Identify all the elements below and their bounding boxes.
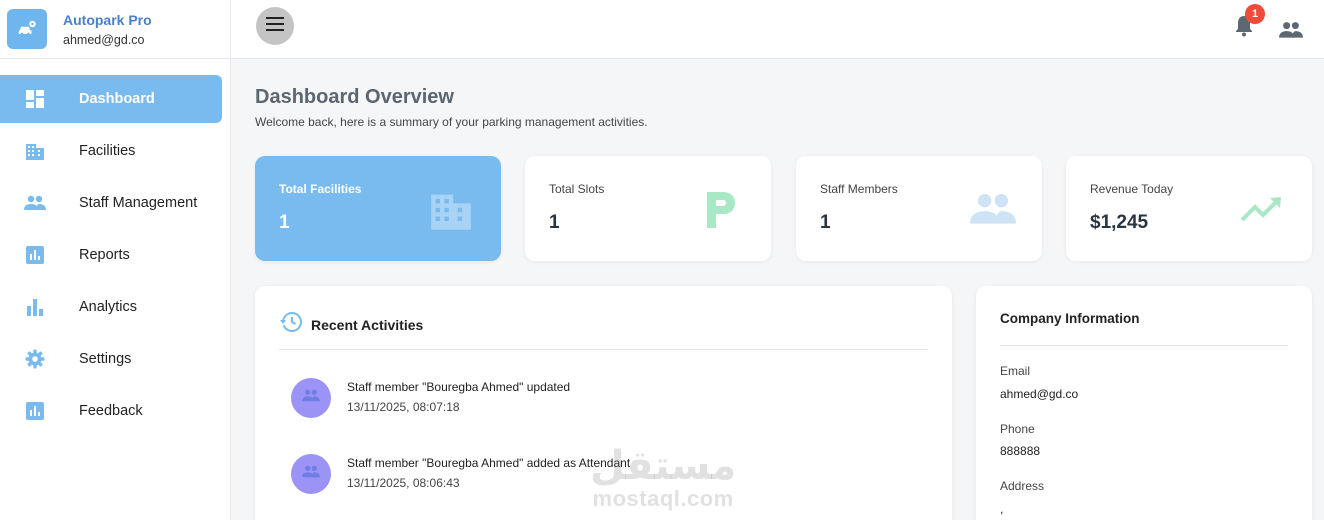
stat-value: 1 — [820, 212, 831, 233]
activity-timestamp: 13/11/2025, 08:07:18 — [347, 400, 460, 414]
page-subtitle: Welcome back, here is a summary of your … — [255, 115, 648, 129]
people-icon[interactable] — [1279, 14, 1303, 38]
sidebar-item-label: Settings — [79, 351, 132, 367]
activity-message: Staff member "Bouregba Ahmed" added as A… — [347, 456, 631, 470]
email-label: Email — [1000, 364, 1031, 378]
sidebar-item-analytics[interactable]: Analytics — [0, 283, 222, 331]
activity-message: Staff member "Bouregba Ahmed" updated — [347, 380, 571, 394]
sidebar-item-label: Analytics — [79, 299, 138, 315]
activity-avatar — [291, 378, 331, 418]
sidebar-item-label: Facilities — [79, 143, 136, 159]
activity-timestamp: 13/11/2025, 08:06:43 — [347, 476, 460, 490]
recent-activities-title: Recent Activities — [311, 316, 424, 333]
bar-chart-icon — [24, 296, 46, 318]
sidebar-item-label: Feedback — [79, 403, 143, 419]
sidebar-item-staff-management[interactable]: Staff Management — [0, 179, 222, 227]
stat-card-revenue-today[interactable]: Revenue Today $1,245 — [1066, 156, 1312, 261]
sidebar-item-label: Dashboard — [79, 91, 155, 107]
sidebar-item-settings[interactable]: Settings — [0, 335, 222, 383]
stat-value: $1,245 — [1090, 212, 1149, 233]
people-icon — [24, 192, 46, 214]
company-information-title: Company Information — [1000, 311, 1140, 326]
divider — [1000, 345, 1288, 346]
trending-up-icon — [1240, 188, 1284, 232]
recent-activities-header: Recent Activities — [279, 310, 423, 339]
people-icon — [302, 389, 320, 407]
phone-label: Phone — [1000, 422, 1035, 436]
address-value: , — [1000, 502, 1004, 516]
activity-avatar — [291, 454, 331, 494]
bar-chart-box-icon — [24, 244, 46, 266]
parking-icon — [699, 188, 743, 232]
activity-item[interactable]: Staff member "Bouregba Ahmed" updated 13… — [291, 378, 570, 418]
stat-label: Total Facilities — [279, 182, 362, 196]
stat-card-total-slots[interactable]: Total Slots 1 — [525, 156, 771, 261]
sidebar-item-label: Staff Management — [79, 195, 198, 211]
building-icon — [24, 140, 46, 162]
sidebar-item-facilities[interactable]: Facilities — [0, 127, 222, 175]
sidebar-nav: Dashboard Facilities Staff Management Re… — [0, 75, 231, 439]
activity-item[interactable]: Staff member "Bouregba Ahmed" added as A… — [291, 454, 630, 494]
history-icon — [279, 310, 303, 339]
stat-value: 1 — [279, 212, 290, 233]
sidebar-item-feedback[interactable]: Feedback — [0, 387, 222, 435]
email-value: ahmed@gd.co — [1000, 387, 1079, 401]
sidebar-item-dashboard[interactable]: Dashboard — [0, 75, 222, 123]
sidebar: Autopark Pro ahmed@gd.co Dashboard Facil… — [0, 0, 231, 520]
hamburger-menu-icon — [266, 16, 284, 36]
menu-toggle-button[interactable] — [256, 7, 294, 45]
page-title: Dashboard Overview — [255, 86, 454, 108]
brand-header: Autopark Pro ahmed@gd.co — [0, 0, 230, 59]
stat-label: Total Slots — [549, 182, 605, 196]
bar-chart-box-icon — [24, 400, 46, 422]
stat-value: 1 — [549, 212, 560, 233]
divider — [279, 349, 928, 350]
company-information-panel: Company Information Email ahmed@gd.co Ph… — [976, 286, 1312, 520]
car-settings-icon[interactable] — [7, 9, 47, 49]
user-email: ahmed@gd.co — [63, 33, 145, 47]
stat-label: Revenue Today — [1090, 182, 1174, 196]
stat-card-staff-members[interactable]: Staff Members 1 — [796, 156, 1042, 261]
sidebar-item-reports[interactable]: Reports — [0, 231, 222, 279]
top-bar: 1 — [231, 0, 1324, 59]
recent-activities-panel: Recent Activities Staff member "Bouregba… — [255, 286, 952, 520]
people-icon — [970, 188, 1016, 232]
phone-value: 888888 — [1000, 444, 1041, 458]
stat-card-total-facilities[interactable]: Total Facilities 1 — [255, 156, 501, 261]
page-heading: Dashboard Overview Welcome back, here is… — [255, 86, 648, 129]
stat-label: Staff Members — [820, 182, 898, 196]
app-name: Autopark Pro — [63, 12, 152, 28]
dashboard-icon — [24, 88, 46, 110]
gear-icon — [24, 348, 46, 370]
people-icon — [302, 465, 320, 483]
address-label: Address — [1000, 479, 1045, 493]
sidebar-item-label: Reports — [79, 247, 130, 263]
building-icon — [429, 188, 473, 232]
notification-badge: 1 — [1245, 4, 1265, 24]
